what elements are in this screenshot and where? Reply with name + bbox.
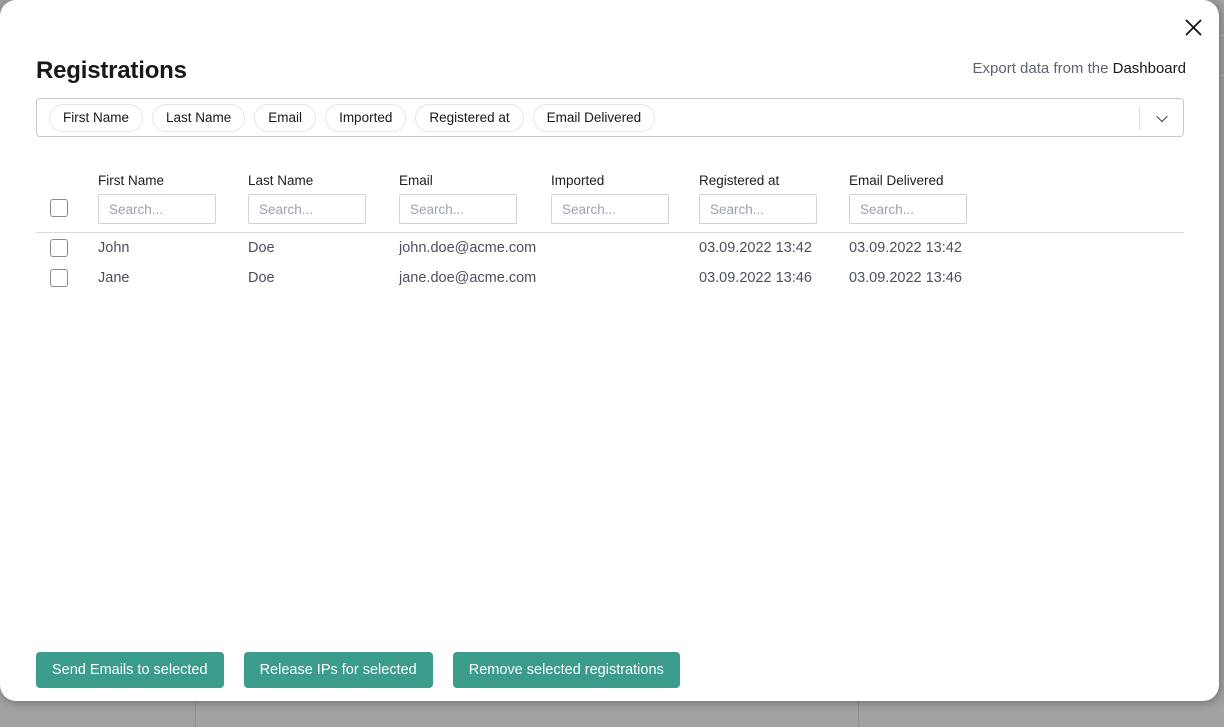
chevron-down-icon	[1156, 110, 1167, 121]
page-title: Registrations	[36, 57, 187, 85]
column-email: Email	[399, 165, 551, 224]
filter-chip-email[interactable]: Email	[254, 104, 316, 132]
search-input-last-name[interactable]	[248, 194, 366, 224]
registrations-table: First Name Last Name Email Imported Regi…	[36, 165, 1184, 293]
header-checkbox-cell	[36, 165, 98, 224]
filter-chip-email-delivered[interactable]: Email Delivered	[533, 104, 656, 132]
dashboard-link[interactable]: Dashboard	[1113, 60, 1186, 77]
cell-email-delivered: 03.09.2022 13:46	[849, 270, 1184, 286]
cell-last-name: Doe	[248, 240, 399, 256]
cell-first-name: John	[98, 240, 248, 256]
column-label: Email	[399, 173, 551, 188]
filter-chips: First Name Last Name Email Imported Regi…	[49, 104, 655, 132]
column-imported: Imported	[551, 165, 699, 224]
column-last-name: Last Name	[248, 165, 399, 224]
column-label: Email Delivered	[849, 173, 1184, 188]
remove-registrations-button[interactable]: Remove selected registrations	[453, 652, 680, 688]
search-input-email[interactable]	[399, 194, 517, 224]
filter-chip-last-name[interactable]: Last Name	[152, 104, 245, 132]
filter-bar-right	[1139, 99, 1183, 136]
cell-email: john.doe@acme.com	[399, 240, 551, 256]
cell-email: jane.doe@acme.com	[399, 270, 551, 286]
column-registered-at: Registered at	[699, 165, 849, 224]
row-checkbox-cell	[36, 269, 98, 287]
table-header-row: First Name Last Name Email Imported Regi…	[36, 165, 1184, 233]
column-filter-bar: First Name Last Name Email Imported Regi…	[36, 98, 1184, 137]
filter-chip-registered-at[interactable]: Registered at	[415, 104, 523, 132]
cell-first-name: Jane	[98, 270, 248, 286]
search-input-email-delivered[interactable]	[849, 194, 967, 224]
row-checkbox-cell	[36, 239, 98, 257]
backdrop-line	[195, 700, 196, 727]
backdrop-line	[858, 700, 859, 727]
search-input-imported[interactable]	[551, 194, 669, 224]
close-button[interactable]	[1182, 16, 1204, 38]
export-note-text: Export data from the	[973, 60, 1113, 77]
export-note: Export data from the Dashboard	[973, 60, 1186, 77]
cell-email-delivered: 03.09.2022 13:42	[849, 240, 1184, 256]
bulk-actions-bar: Send Emails to selected Release IPs for …	[36, 652, 680, 688]
column-label: Registered at	[699, 173, 849, 188]
column-label: Last Name	[248, 173, 399, 188]
cell-last-name: Doe	[248, 270, 399, 286]
close-icon	[1185, 19, 1202, 36]
column-label: Imported	[551, 173, 699, 188]
cell-registered-at: 03.09.2022 13:46	[699, 270, 849, 286]
column-label: First Name	[98, 173, 248, 188]
table-row: Jane Doe jane.doe@acme.com 03.09.2022 13…	[36, 263, 1184, 293]
select-all-checkbox[interactable]	[50, 199, 68, 217]
column-first-name: First Name	[98, 165, 248, 224]
filter-chip-imported[interactable]: Imported	[325, 104, 406, 132]
search-input-registered-at[interactable]	[699, 194, 817, 224]
filter-chip-first-name[interactable]: First Name	[49, 104, 143, 132]
registrations-modal: Registrations Export data from the Dashb…	[0, 0, 1219, 701]
cell-registered-at: 03.09.2022 13:42	[699, 240, 849, 256]
release-ips-button[interactable]: Release IPs for selected	[244, 652, 433, 688]
send-emails-button[interactable]: Send Emails to selected	[36, 652, 224, 688]
row-checkbox[interactable]	[50, 269, 68, 287]
filter-expand-button[interactable]	[1140, 99, 1183, 136]
table-row: John Doe john.doe@acme.com 03.09.2022 13…	[36, 233, 1184, 263]
row-checkbox[interactable]	[50, 239, 68, 257]
column-email-delivered: Email Delivered	[849, 165, 1184, 224]
search-input-first-name[interactable]	[98, 194, 216, 224]
